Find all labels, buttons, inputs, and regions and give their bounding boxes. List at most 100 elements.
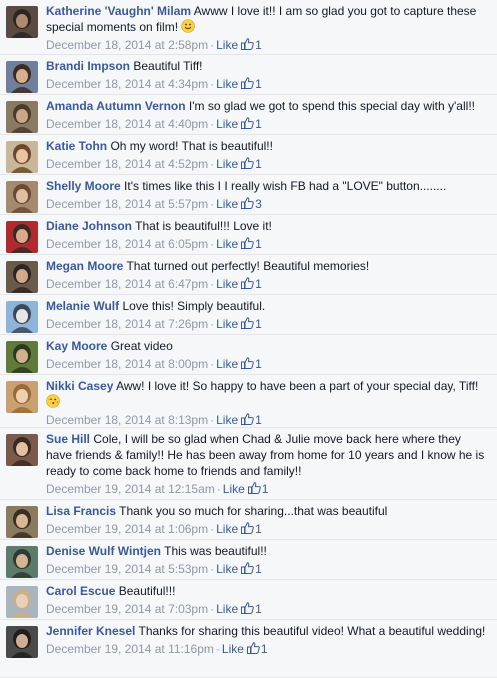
like-count[interactable]: 1 xyxy=(255,413,262,427)
thumbs-up-icon[interactable] xyxy=(241,562,254,574)
like-count[interactable]: 1 xyxy=(255,317,262,331)
thumbs-up-icon[interactable] xyxy=(246,642,260,654)
like-button[interactable]: Like xyxy=(216,317,238,331)
like-button[interactable]: Like xyxy=(216,277,238,291)
comment-meta: December 18, 2014 at 5:57pm · Like 3 xyxy=(46,196,489,212)
like-button[interactable]: Like xyxy=(216,562,238,576)
like-button[interactable]: Like xyxy=(216,77,238,91)
comment-timestamp[interactable]: December 18, 2014 at 6:47pm xyxy=(46,277,208,291)
comment-timestamp[interactable]: December 18, 2014 at 4:34pm xyxy=(46,77,208,91)
avatar[interactable] xyxy=(6,341,38,373)
comment-author[interactable]: Megan Moore xyxy=(46,259,123,273)
comment-timestamp[interactable]: December 19, 2014 at 5:53pm xyxy=(46,562,208,576)
thumbs-up-icon[interactable] xyxy=(241,38,254,50)
avatar[interactable] xyxy=(6,61,38,93)
like-button[interactable]: Like xyxy=(216,157,238,171)
comment-item: Sue Hill Cole, I will be so glad when Ch… xyxy=(0,428,497,500)
avatar[interactable] xyxy=(6,381,38,413)
avatar[interactable] xyxy=(6,506,38,538)
like-button[interactable]: Like xyxy=(216,197,238,211)
like-button[interactable]: Like xyxy=(223,482,245,496)
comment-timestamp[interactable]: December 18, 2014 at 8:13pm xyxy=(46,413,208,427)
like-button[interactable]: Like xyxy=(222,642,244,656)
like-count[interactable]: 1 xyxy=(255,522,262,536)
avatar[interactable] xyxy=(6,586,38,618)
comment-item: Nikki Casey Aww! I love it! So happy to … xyxy=(0,375,497,428)
thumbs-up-icon[interactable] xyxy=(241,413,254,425)
comment-timestamp[interactable]: December 18, 2014 at 4:52pm xyxy=(46,157,208,171)
avatar[interactable] xyxy=(6,141,38,173)
like-button[interactable]: Like xyxy=(216,602,238,616)
avatar[interactable] xyxy=(6,181,38,213)
meta-separator: · xyxy=(210,357,215,371)
comment-author[interactable]: Shelly Moore xyxy=(46,179,121,193)
comment-meta: December 19, 2014 at 5:53pm · Like 1 xyxy=(46,561,489,577)
like-count[interactable]: 1 xyxy=(255,77,262,91)
comment-timestamp[interactable]: December 19, 2014 at 12:15am xyxy=(46,482,215,496)
avatar[interactable] xyxy=(6,101,38,133)
comment-timestamp[interactable]: December 19, 2014 at 11:16pm xyxy=(46,642,214,656)
comment-body: Katie Tohn Oh my word! That is beautiful… xyxy=(46,138,489,172)
like-count[interactable]: 1 xyxy=(255,38,262,52)
like-count[interactable]: 1 xyxy=(255,277,262,291)
avatar[interactable] xyxy=(6,434,38,466)
avatar[interactable] xyxy=(6,546,38,578)
comment-author[interactable]: Amanda Autumn Vernon xyxy=(46,99,186,113)
like-count[interactable]: 1 xyxy=(255,357,262,371)
comment-author[interactable]: Carol Escue xyxy=(46,584,115,598)
thumbs-up-icon[interactable] xyxy=(241,277,254,289)
like-count[interactable]: 1 xyxy=(255,602,262,616)
avatar[interactable] xyxy=(6,6,38,38)
thumbs-up-icon[interactable] xyxy=(247,482,261,494)
avatar[interactable] xyxy=(6,626,38,658)
thumbs-up-icon[interactable] xyxy=(241,522,254,534)
comment-timestamp[interactable]: December 18, 2014 at 7:26pm xyxy=(46,317,208,331)
comment-author[interactable]: Brandi Impson xyxy=(46,59,130,73)
thumbs-up-icon[interactable] xyxy=(241,317,254,329)
like-count[interactable]: 1 xyxy=(255,157,262,171)
avatar[interactable] xyxy=(6,301,38,333)
avatar[interactable] xyxy=(6,261,38,293)
comment-timestamp[interactable]: December 18, 2014 at 5:57pm xyxy=(46,197,208,211)
like-button[interactable]: Like xyxy=(216,522,238,536)
comment-timestamp[interactable]: December 18, 2014 at 2:58pm xyxy=(46,38,208,52)
thumbs-up-icon[interactable] xyxy=(241,237,254,249)
like-count[interactable]: 1 xyxy=(255,117,262,131)
comment-author[interactable]: Sue Hill xyxy=(46,432,90,446)
like-button[interactable]: Like xyxy=(216,117,238,131)
comment-author[interactable]: Melanie Wulf xyxy=(46,299,119,313)
thumbs-up-icon[interactable] xyxy=(241,157,254,169)
thumbs-up-icon[interactable] xyxy=(241,77,254,89)
comment-text: Aww! I love it! So happy to have been a … xyxy=(116,379,479,393)
like-button[interactable]: Like xyxy=(216,237,238,251)
comment-author[interactable]: Nikki Casey xyxy=(46,379,113,393)
comment-author[interactable]: Kay Moore xyxy=(46,339,107,353)
like-count[interactable]: 1 xyxy=(261,642,268,656)
comment-timestamp[interactable]: December 18, 2014 at 6:05pm xyxy=(46,237,208,251)
like-button[interactable]: Like xyxy=(216,38,238,52)
comment-author[interactable]: Jennifer Knesel xyxy=(46,624,135,638)
comment-meta: December 18, 2014 at 6:05pm · Like 1 xyxy=(46,236,489,252)
comment-timestamp[interactable]: December 18, 2014 at 4:40pm xyxy=(46,117,208,131)
like-button[interactable]: Like xyxy=(216,357,238,371)
like-count[interactable]: 1 xyxy=(255,562,262,576)
comment-item: Carol Escue Beautiful!!! December 19, 201… xyxy=(0,580,497,620)
comment-author[interactable]: Denise Wulf Wintjen xyxy=(46,544,161,558)
thumbs-up-icon[interactable] xyxy=(241,117,254,129)
comment-timestamp[interactable]: December 19, 2014 at 7:03pm xyxy=(46,602,208,616)
like-count[interactable]: 1 xyxy=(262,482,269,496)
comment-author[interactable]: Katherine 'Vaughn' Milam xyxy=(46,4,191,18)
like-count[interactable]: 3 xyxy=(255,197,262,211)
thumbs-up-icon[interactable] xyxy=(241,197,254,209)
comment-timestamp[interactable]: December 19, 2014 at 1:06pm xyxy=(46,522,208,536)
comment-author[interactable]: Katie Tohn xyxy=(46,139,107,153)
thumbs-up-icon[interactable] xyxy=(241,602,254,614)
like-button[interactable]: Like xyxy=(216,413,238,427)
comment-timestamp[interactable]: December 18, 2014 at 8:00pm xyxy=(46,357,208,371)
comment-item: Jennifer Knesel Thanks for sharing this … xyxy=(0,620,497,678)
like-count[interactable]: 1 xyxy=(255,237,262,251)
comment-author[interactable]: Lisa Francis xyxy=(46,504,116,518)
comment-author[interactable]: Diane Johnson xyxy=(46,219,132,233)
avatar[interactable] xyxy=(6,221,38,253)
thumbs-up-icon[interactable] xyxy=(241,357,254,369)
